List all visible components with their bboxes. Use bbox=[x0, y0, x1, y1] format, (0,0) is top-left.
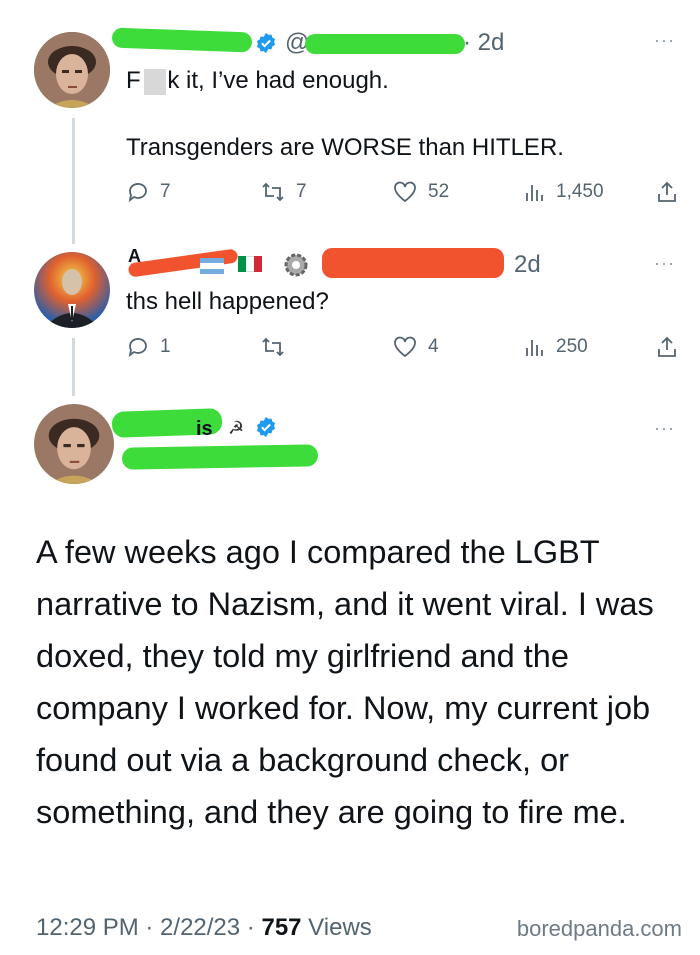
reply-icon bbox=[128, 183, 147, 203]
views-icon bbox=[526, 340, 543, 356]
reply-count: 7 bbox=[160, 181, 171, 202]
views-icon bbox=[526, 185, 543, 201]
verified-icon bbox=[255, 32, 277, 59]
avatar-face-icon bbox=[34, 404, 114, 484]
flag-italy-icon bbox=[238, 256, 262, 272]
avatar-face-icon bbox=[34, 32, 110, 108]
tweet-footer: 12:29 PM · 2/22/23 · 757 Views bbox=[36, 914, 372, 942]
reply-button[interactable]: 1 bbox=[126, 335, 171, 359]
avatar[interactable] bbox=[34, 252, 110, 328]
avatar[interactable] bbox=[34, 404, 114, 484]
hammer-sickle-icon: ☭ bbox=[228, 418, 245, 438]
tweet-time[interactable]: · 2d bbox=[463, 29, 504, 57]
share-button[interactable] bbox=[656, 180, 678, 204]
avatar-suit-icon bbox=[34, 252, 110, 328]
footer-time[interactable]: 12:29 PM · 2/22/23 · bbox=[36, 914, 261, 941]
redacted-handle bbox=[121, 444, 319, 470]
retweet-icon bbox=[262, 182, 284, 202]
avatar[interactable] bbox=[34, 32, 110, 108]
like-icon bbox=[394, 336, 416, 358]
more-icon[interactable]: ··· bbox=[654, 418, 675, 439]
redacted-handle bbox=[322, 248, 504, 278]
like-button[interactable]: 4 bbox=[392, 335, 439, 359]
like-icon bbox=[394, 181, 416, 203]
tweet-text-line: Transgenders are WORSE than HITLER. bbox=[126, 134, 564, 161]
tweet-time[interactable]: 2d bbox=[514, 251, 541, 279]
like-button[interactable]: 52 bbox=[392, 180, 449, 204]
retweet-count: 7 bbox=[296, 181, 307, 202]
more-icon[interactable]: ··· bbox=[654, 30, 675, 51]
main-tweet-text: A few weeks ago I compared the LGBT narr… bbox=[36, 534, 654, 830]
thread-line bbox=[72, 338, 75, 396]
footer-views-label: Views bbox=[301, 914, 372, 941]
retweet-button[interactable]: 7 bbox=[260, 180, 307, 204]
views-count: 1,450 bbox=[556, 181, 604, 202]
views-count: 250 bbox=[556, 336, 588, 357]
tweet-text: ths hell happened? bbox=[126, 288, 329, 315]
reply-icon bbox=[128, 338, 147, 358]
retweet-icon bbox=[262, 337, 284, 357]
flag-argentina-icon bbox=[200, 258, 224, 274]
gear-icon bbox=[283, 252, 309, 283]
more-icon[interactable]: ··· bbox=[654, 253, 675, 274]
share-button[interactable] bbox=[656, 335, 678, 359]
thread-line bbox=[72, 118, 75, 244]
retweet-button[interactable] bbox=[260, 335, 296, 359]
like-count: 4 bbox=[428, 336, 439, 357]
footer-views: 757 bbox=[261, 914, 302, 941]
name-fragment[interactable]: is bbox=[196, 418, 213, 441]
reply-count: 1 bbox=[160, 336, 171, 357]
censor-patch bbox=[144, 69, 166, 95]
reply-button[interactable]: 7 bbox=[126, 180, 171, 204]
views-button[interactable]: 250 bbox=[524, 335, 588, 359]
redacted-name bbox=[111, 27, 253, 53]
watermark: boredpanda.com bbox=[516, 916, 682, 941]
views-button[interactable]: 1,450 bbox=[524, 180, 604, 204]
redacted-handle bbox=[305, 34, 465, 54]
share-icon bbox=[658, 181, 676, 202]
share-icon bbox=[658, 336, 676, 357]
verified-icon bbox=[255, 416, 277, 443]
like-count: 52 bbox=[428, 181, 450, 202]
